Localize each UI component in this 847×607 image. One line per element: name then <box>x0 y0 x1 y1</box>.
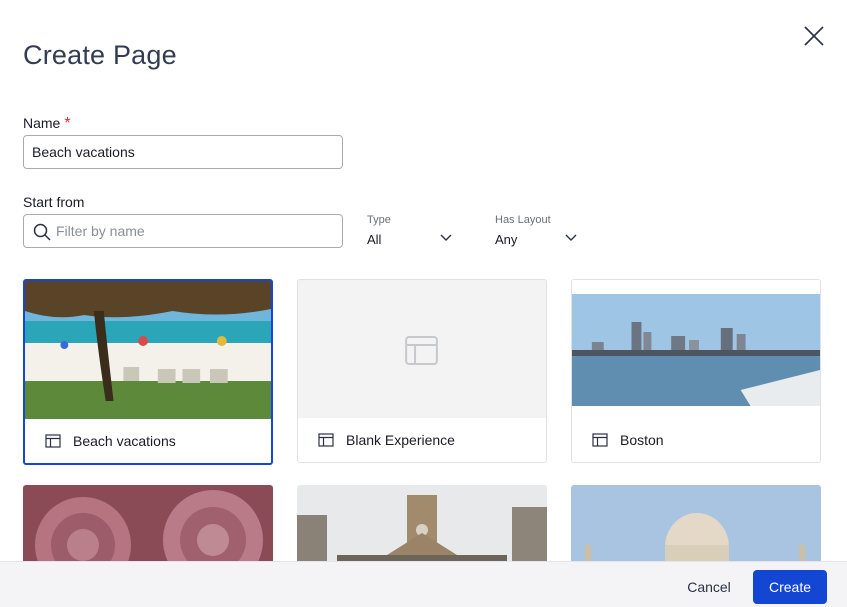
template-caption: Boston <box>572 418 820 462</box>
name-label: Name * <box>23 115 71 132</box>
template-caption: Beach vacations <box>25 419 271 463</box>
has-layout-filter-dropdown[interactable]: Has Layout Any <box>495 214 585 247</box>
template-card-boston[interactable]: Boston <box>571 279 821 463</box>
template-name: Blank Experience <box>346 432 455 448</box>
beach-thumbnail <box>25 281 271 421</box>
filter-input[interactable] <box>56 215 336 247</box>
template-card-blank-experience[interactable]: Blank Experience <box>297 279 547 463</box>
close-icon <box>804 26 824 46</box>
template-name: Boston <box>620 432 664 448</box>
close-button[interactable] <box>800 22 828 50</box>
name-input[interactable] <box>23 135 343 169</box>
dialog-title: Create Page <box>23 40 177 70</box>
chevron-down-icon <box>565 234 577 241</box>
layout-icon <box>592 433 608 447</box>
blank-thumbnail <box>298 280 546 420</box>
create-button[interactable]: Create <box>753 570 827 604</box>
boston-thumbnail <box>572 280 820 420</box>
cancel-button[interactable]: Cancel <box>676 570 742 604</box>
start-from-label: Start from <box>23 194 85 210</box>
template-name: Beach vacations <box>73 433 176 449</box>
type-filter-dropdown[interactable]: Type All <box>367 214 457 247</box>
layout-icon <box>45 434 61 448</box>
chevron-down-icon <box>440 234 452 241</box>
type-filter-label: Type <box>367 214 391 226</box>
template-card-beach-vacations[interactable]: Beach vacations <box>23 279 273 465</box>
required-mark: * <box>64 115 71 132</box>
layout-icon <box>318 433 334 447</box>
template-caption: Blank Experience <box>298 418 546 462</box>
search-icon <box>33 223 51 241</box>
has-layout-filter-label: Has Layout <box>495 214 551 226</box>
filter-search-box[interactable] <box>23 214 343 248</box>
